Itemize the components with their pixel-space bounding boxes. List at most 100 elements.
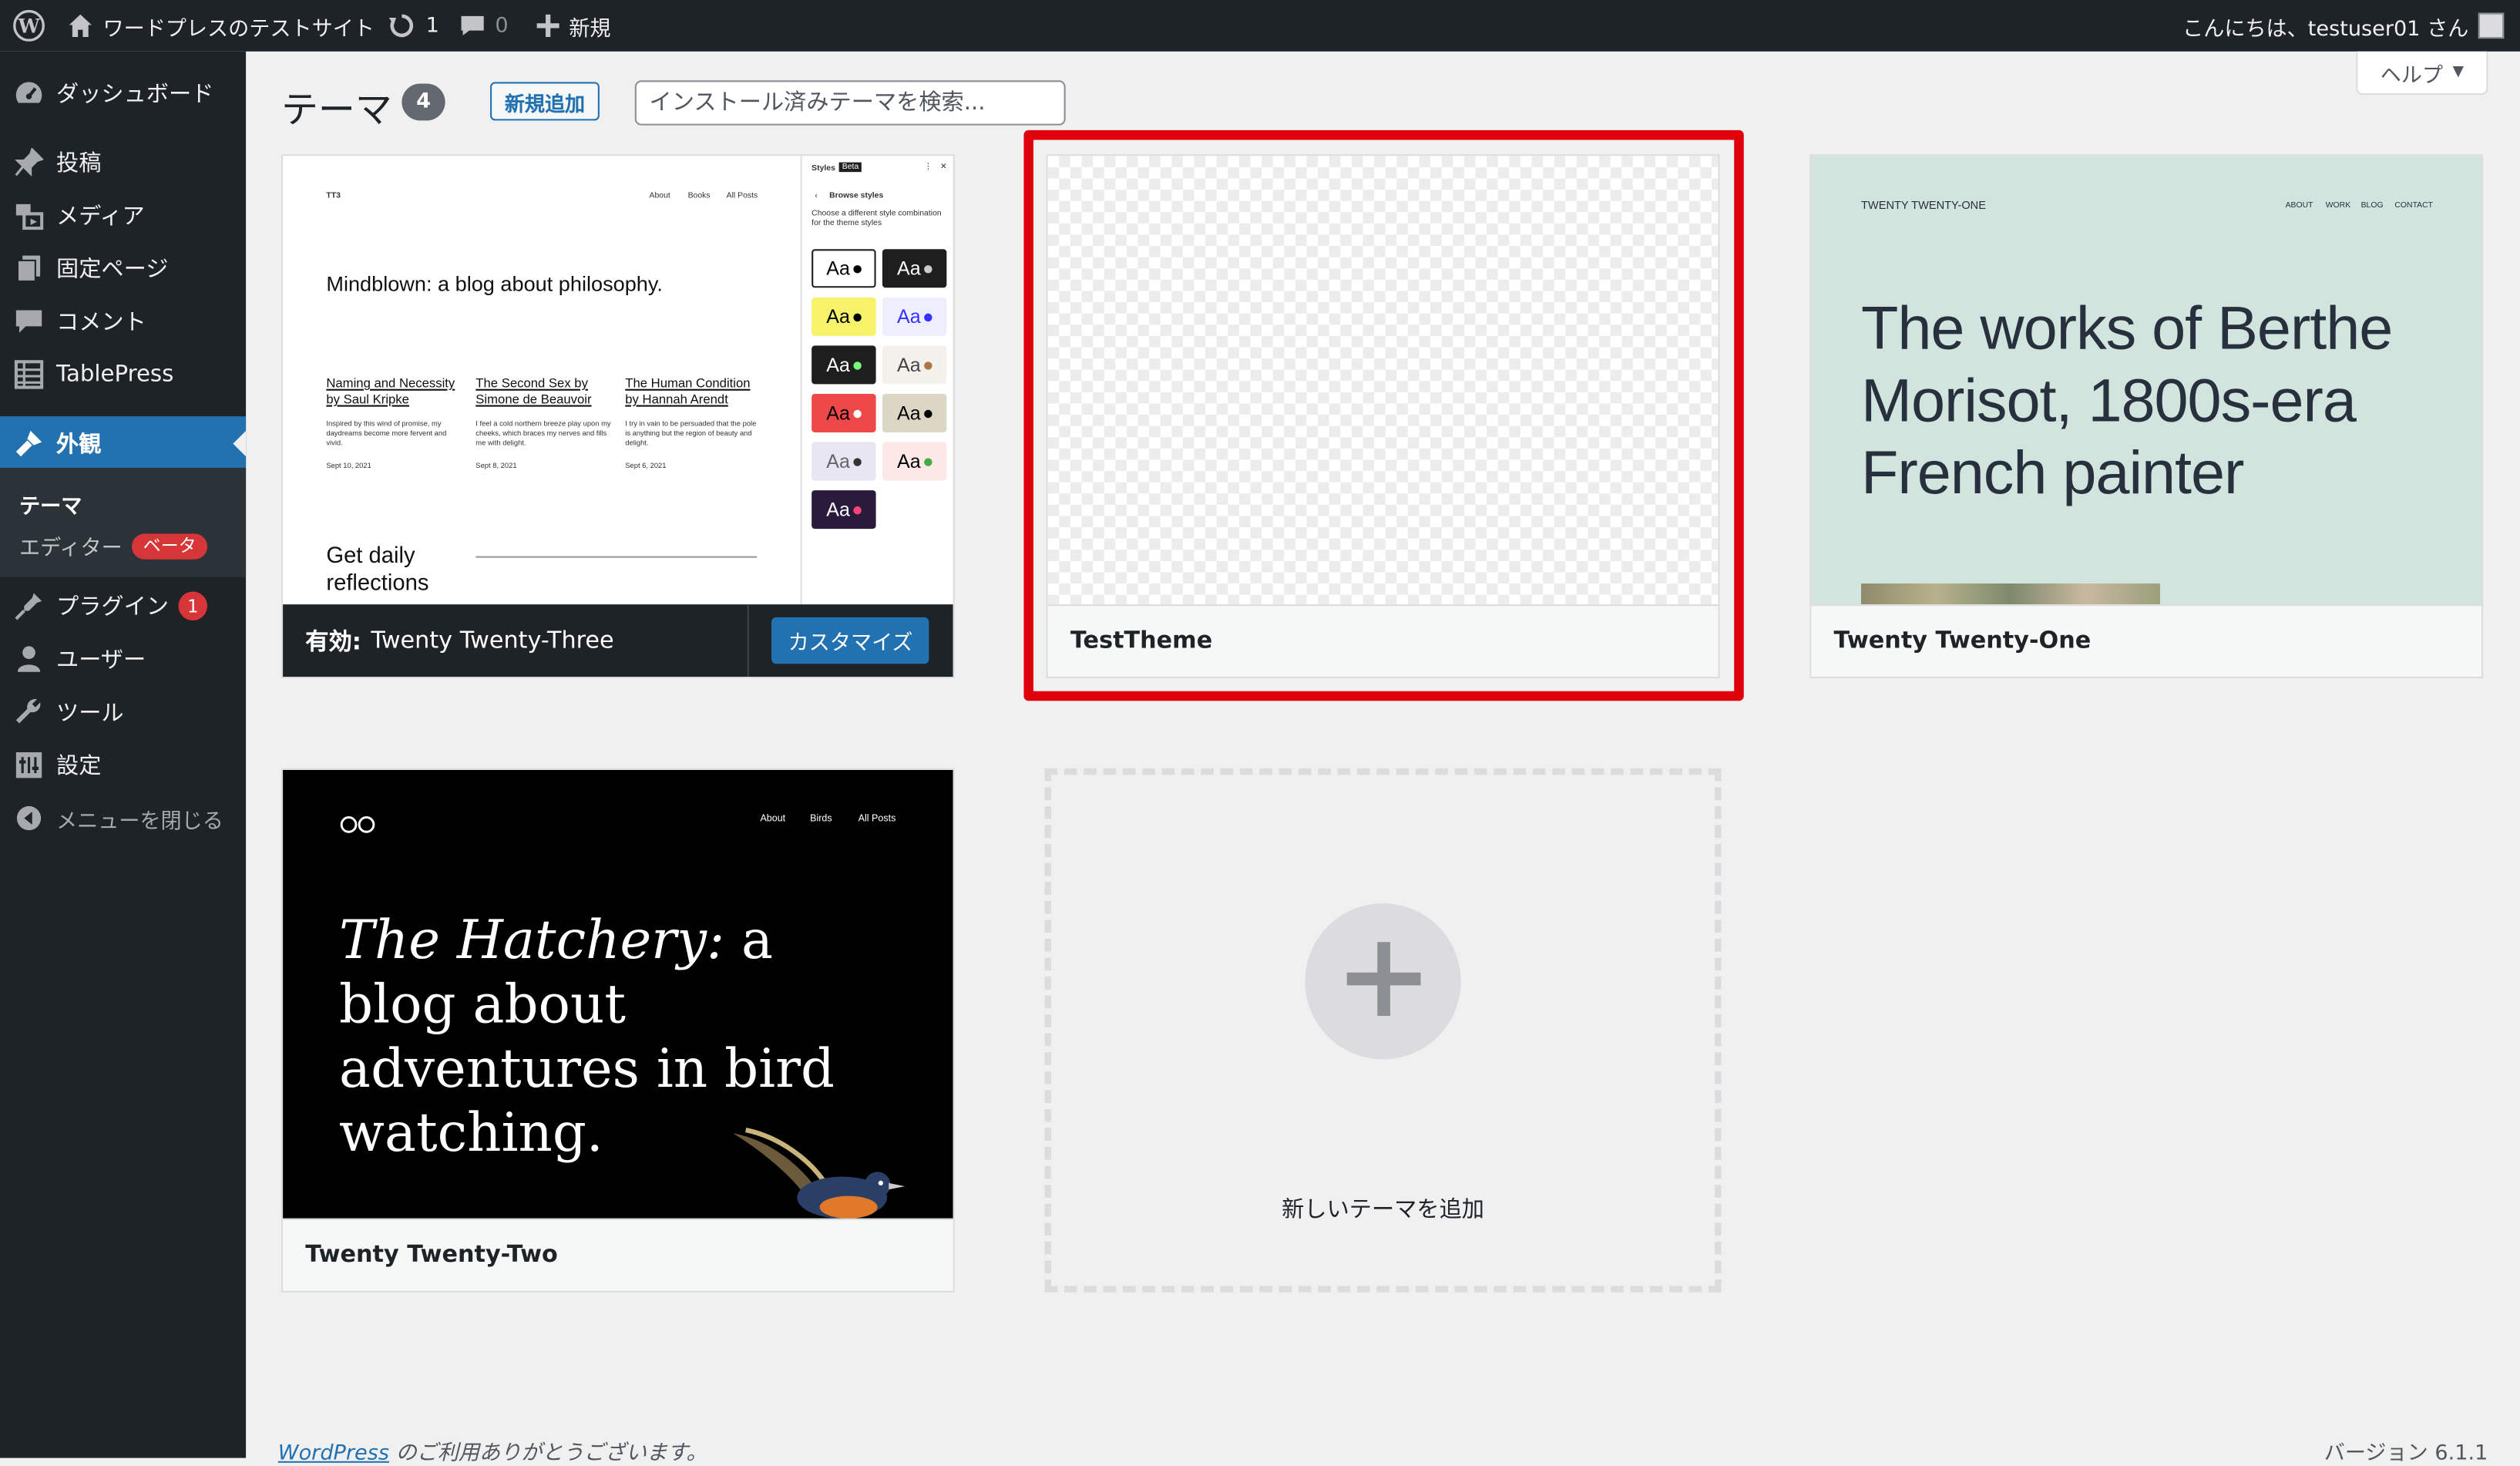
collapse-menu-button[interactable]: メニューを閉じる (0, 791, 246, 846)
submenu-item-themes[interactable]: テーマ (19, 489, 82, 519)
style-variation-swatch: Aa (811, 345, 876, 385)
sidebar-item-media[interactable]: メディア (0, 188, 246, 243)
theme-screenshot[interactable]: TWENTY TWENTY-ONE ABOUT WORK BLOG CONTAC… (1811, 156, 2482, 605)
tt3-cta: Get daily reflections (326, 541, 429, 595)
plugin-icon (13, 590, 45, 622)
tt1-nav-item: WORK (2325, 200, 2351, 211)
updates-link[interactable]: 1 (388, 0, 439, 52)
footer-version: バージョン 6.1.1 (2323, 1441, 2488, 1466)
submenu-item-editor[interactable]: エディター ベータ (19, 530, 208, 561)
footer-divider (747, 604, 749, 677)
style-variation-swatch: Aa (811, 249, 876, 288)
swatch-text: Aa (826, 449, 850, 473)
active-label: 有効: (305, 630, 361, 656)
submenu-label: エディター (19, 536, 123, 561)
tt2-headline-em: The Hatchery: (339, 908, 725, 971)
tt3-post-date: Sept 10, 2021 (326, 461, 371, 469)
theme-name-bar: 有効: Twenty Twenty-Three カスタマイズ (283, 604, 953, 677)
sidebar-item-users[interactable]: ユーザー (0, 632, 246, 687)
footer-thanks-text: のご利用ありがとうございます。 (388, 1441, 707, 1466)
style-variation-swatch: Aa (882, 249, 947, 288)
comments-count: 0 (495, 13, 509, 39)
theme-count-badge: 4 (402, 83, 445, 121)
tt3-nav-item: About (649, 191, 670, 201)
sidebar-item-tools[interactable]: ツール (0, 684, 246, 739)
pin-icon (13, 146, 45, 179)
caret-down-icon: ▼ (2452, 64, 2465, 81)
theme-card-twenty-twenty-two[interactable]: About Birds All Posts The Hatchery: a bl… (281, 768, 955, 1293)
new-content-link[interactable]: 新規 (536, 0, 611, 52)
sidebar-item-tablepress[interactable]: TablePress (0, 347, 246, 402)
wrench-icon (13, 696, 45, 728)
add-new-theme-card[interactable]: 新しいテーマを追加 (1044, 768, 1722, 1293)
style-variation-swatch: Aa (882, 442, 947, 481)
styles-panel: Styles Beta ⋮ ✕ ‹ Browse styles Choose a… (800, 156, 953, 605)
sidebar-item-dashboard[interactable]: ダッシュボード (0, 66, 246, 121)
wordpress-link[interactable]: WordPress (278, 1442, 389, 1466)
tt1-nav-item: CONTACT (2394, 200, 2434, 211)
theme-card-twenty-twenty-one[interactable]: TWENTY TWENTY-ONE ABOUT WORK BLOG CONTAC… (1809, 154, 2484, 679)
my-account-link[interactable]: こんにちは、testuser01 さん (2182, 0, 2505, 52)
tt2-logo-icon (339, 810, 378, 841)
sidebar-item-label: コメント (55, 310, 146, 336)
tt3-headline: Mindblown: a blog about philosophy. (326, 271, 663, 296)
sidebar-item-settings[interactable]: 設定 (0, 738, 246, 792)
tt1-painting-image (1861, 583, 2160, 605)
appearance-submenu: テーマ エディター ベータ (0, 467, 247, 577)
sidebar-item-pages[interactable]: 固定ページ (0, 241, 246, 296)
footer-thanks: WordPress のご利用ありがとうございます。 (278, 1435, 707, 1466)
svg-text:W: W (17, 15, 40, 38)
tt3-post-title: Naming and Necessity by Saul Kripke (326, 376, 455, 407)
theme-name: Twenty Twenty-Three (371, 627, 614, 654)
style-variation-swatch: Aa (882, 297, 947, 336)
table-icon (13, 358, 45, 391)
updates-icon (388, 12, 417, 41)
add-new-theme-label: 新しいテーマを追加 (1282, 1197, 1484, 1224)
swatch-text: Aa (897, 449, 921, 473)
settings-icon (13, 749, 45, 782)
customize-button[interactable]: カスタマイズ (771, 617, 929, 664)
styles-panel-title: Styles (811, 163, 835, 174)
tt1-site-title: TWENTY TWENTY-ONE (1861, 200, 1986, 213)
tt1-nav-item: BLOG (2360, 200, 2384, 211)
sidebar-item-label: メニューを閉じる (55, 809, 223, 834)
tt3-post: The Second Sex by Simone de Beauvoir I f… (475, 376, 613, 469)
sidebar-item-plugins[interactable]: プラグイン 1 (0, 579, 246, 634)
theme-name: Twenty Twenty-One (1833, 628, 2092, 654)
style-variation-swatch: Aa (882, 345, 947, 385)
sidebar-item-comments[interactable]: コメント (0, 294, 246, 349)
sidebar-item-label: 設定 (55, 754, 102, 780)
theme-card-twenty-twenty-three[interactable]: TT3 About Books All Posts Mindblown: a b… (281, 154, 955, 679)
collapse-icon (13, 802, 45, 835)
sidebar-item-appearance[interactable]: 外観 (0, 416, 247, 472)
tt3-post-excerpt: I feel a cold northern breeze play upon … (475, 419, 611, 447)
sidebar-item-label: メディア (55, 203, 145, 230)
brush-icon (13, 428, 45, 460)
media-icon (13, 200, 45, 232)
sidebar-item-label: TablePress (55, 361, 174, 388)
theme-screenshot[interactable]: About Birds All Posts The Hatchery: a bl… (283, 769, 953, 1219)
tt3-post-date: Sept 6, 2021 (625, 461, 667, 469)
plus-icon (536, 14, 559, 37)
comment-icon (13, 305, 45, 338)
tt3-post-date: Sept 8, 2021 (475, 461, 517, 469)
styles-description: Choose a different style combination for… (811, 209, 942, 229)
swatch-text: Aa (826, 257, 850, 280)
site-name-link[interactable]: ワードプレスのテストサイト (68, 0, 375, 52)
add-new-theme-button[interactable]: 新規追加 (490, 82, 600, 121)
wordpress-logo-icon[interactable]: W (13, 0, 45, 52)
help-tab-button[interactable]: ヘルプ ▼ (2356, 51, 2488, 96)
sidebar-item-posts[interactable]: 投稿 (0, 135, 246, 190)
admin-sidebar: ダッシュボード 投稿 メディア 固定ページ コメント TablePress 外観… (0, 51, 247, 1458)
plus-circle[interactable] (1305, 903, 1461, 1060)
theme-name: Twenty Twenty-Two (305, 1242, 558, 1269)
avatar (2478, 12, 2505, 39)
swatch-text: Aa (897, 257, 921, 280)
back-icon: ‹ (815, 191, 818, 201)
comments-link[interactable]: 0 (459, 0, 509, 52)
theme-screenshot[interactable]: TT3 About Books All Posts Mindblown: a b… (283, 156, 953, 605)
sidebar-item-label: 投稿 (55, 151, 102, 177)
theme-search-input[interactable] (634, 80, 1066, 126)
theme-name-bar: Twenty Twenty-One (1811, 604, 2482, 677)
beta-badge: Beta (838, 162, 862, 173)
